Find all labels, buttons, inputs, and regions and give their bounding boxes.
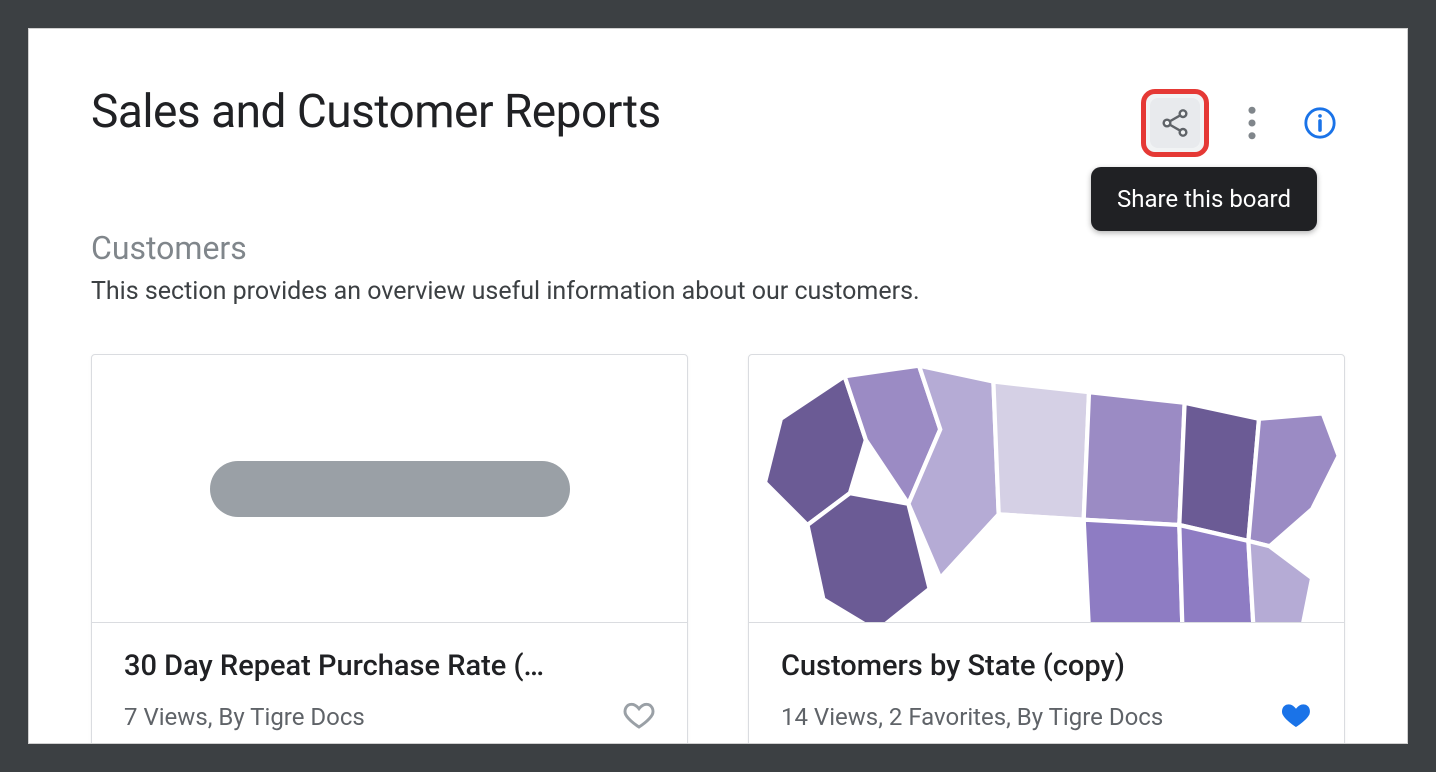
favorite-button[interactable]	[623, 699, 655, 735]
share-tooltip: Share this board	[1091, 167, 1317, 231]
card-meta: 14 Views, 2 Favorites, By Tigre Docs	[781, 703, 1163, 731]
card-meta-row: 14 Views, 2 Favorites, By Tigre Docs	[781, 699, 1312, 735]
info-icon	[1303, 106, 1337, 140]
cards-row: 30 Day Repeat Purchase Rate (… 7 Views, …	[91, 354, 1345, 744]
loading-pill	[210, 461, 570, 517]
info-button[interactable]	[1295, 98, 1345, 148]
card-body: 30 Day Repeat Purchase Rate (… 7 Views, …	[92, 623, 687, 744]
share-icon	[1159, 107, 1191, 139]
card-title: Customers by State (copy)	[781, 649, 1312, 683]
board-page: Sales and Customer Reports	[28, 28, 1408, 744]
more-vert-icon	[1247, 106, 1257, 140]
page-title: Sales and Customer Reports	[91, 85, 661, 139]
heart-filled-icon	[1280, 699, 1312, 731]
card-title: 30 Day Repeat Purchase Rate (…	[124, 649, 655, 683]
card-body: Customers by State (copy) 14 Views, 2 Fa…	[749, 623, 1344, 744]
favorite-button[interactable]	[1280, 699, 1312, 735]
card-meta-row: 7 Views, By Tigre Docs	[124, 699, 655, 735]
report-card[interactable]: 30 Day Repeat Purchase Rate (… 7 Views, …	[91, 354, 688, 744]
heart-outline-icon	[623, 699, 655, 731]
header-row: Sales and Customer Reports	[91, 85, 1345, 157]
share-button-highlight	[1141, 89, 1209, 157]
card-preview-map	[749, 355, 1344, 623]
report-card[interactable]: Customers by State (copy) 14 Views, 2 Fa…	[748, 354, 1345, 744]
card-preview-placeholder	[92, 355, 687, 623]
card-meta: 7 Views, By Tigre Docs	[124, 703, 365, 731]
section-description: This section provides an overview useful…	[91, 277, 1345, 306]
us-map-thumbnail	[749, 355, 1344, 622]
header-actions: Share this board	[1141, 89, 1345, 157]
more-options-button[interactable]	[1227, 98, 1277, 148]
section-title: Customers	[91, 229, 1345, 267]
share-button[interactable]	[1150, 98, 1200, 148]
